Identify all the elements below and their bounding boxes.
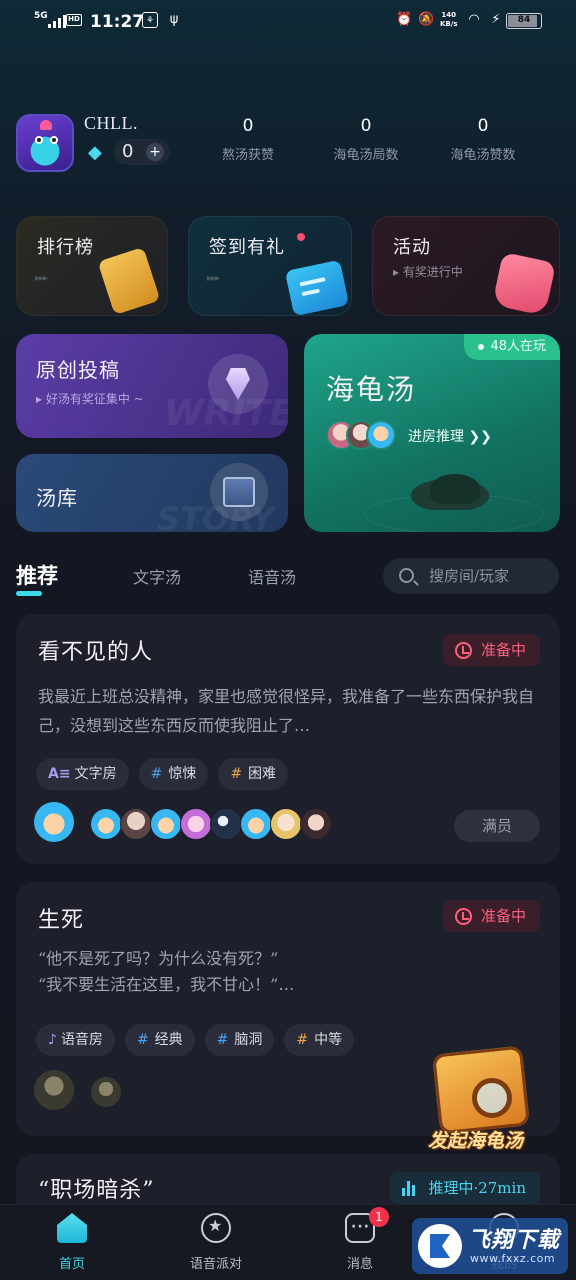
host-avatar (34, 802, 74, 842)
stat-soup-likes[interactable]: 0 熬汤获赞 (193, 116, 303, 163)
tag-voice-room: ♪ 语音房 (36, 1024, 115, 1056)
status-badge: 准备中 (442, 634, 540, 666)
room-tags: A≡ 文字房 # 惊悚 # 困难 (36, 758, 289, 790)
clock-icon (454, 908, 472, 925)
trophy-icon (97, 246, 161, 315)
unread-badge: 1 (369, 1207, 389, 1227)
leaderboard-card[interactable]: 排行榜 ▸▸▸ (16, 216, 168, 316)
activity-subtitle: ▸ 有奖进行中 (393, 265, 463, 279)
signin-title: 签到有礼 (209, 237, 285, 258)
status-bar: 5G HD 11:27 ⚘ ψ ⏰ 🔕 140 KB/s ◠ ⚡ 84 (0, 0, 576, 44)
host-avatar (34, 1070, 74, 1110)
turtle-soup-card[interactable]: 48人在玩 海龟汤 进房推理 ❯❯ (304, 334, 560, 532)
message-icon: 1 (345, 1207, 389, 1243)
avatar (150, 808, 182, 840)
search-input[interactable]: 搜房间/玩家 (383, 558, 559, 594)
turtle-soup-title: 海龟汤 (326, 373, 417, 406)
avatar (90, 1076, 122, 1108)
mute-icon: 🔕 (418, 12, 435, 27)
room-tags: ♪ 语音房 # 经典 # 脑洞 # 中等 (36, 1024, 355, 1056)
tag-difficulty: # 中等 (284, 1024, 355, 1056)
status-time: 11:27 (90, 12, 145, 32)
diamond-icon: ◆ (88, 142, 102, 163)
activity-title: 活动 (393, 237, 431, 258)
activity-mascot-icon (491, 251, 557, 315)
username[interactable]: CHLL. (84, 113, 138, 134)
signin-card[interactable]: 签到有礼 ▸▸▸ (188, 216, 352, 316)
status-badge: 准备中 (442, 900, 540, 932)
room-description: “他不是死了吗？为什么没有死？” “我不要生活在这里，我不甘心！”… (38, 949, 295, 994)
battery-icon: 84 (506, 13, 542, 29)
tab-indicator (16, 591, 42, 596)
charging-icon: ⚡ (491, 12, 501, 27)
tab-recommend[interactable]: 推荐 (16, 560, 58, 590)
alarm-icon: ⏰ (396, 12, 413, 27)
gift-icon (284, 259, 350, 315)
home-icon (57, 1213, 87, 1243)
user-avatar[interactable] (16, 114, 74, 172)
original-title: 原创投稿 (36, 358, 120, 382)
avatar (300, 808, 332, 840)
room-title: “职场暗杀” (38, 1178, 155, 1203)
room-players (34, 1070, 154, 1110)
avatar (366, 420, 396, 450)
avatar (240, 808, 272, 840)
tag-difficulty: # 困难 (218, 758, 289, 790)
hd-icon: HD (66, 14, 82, 26)
network-speed: 140 KB/s (440, 11, 458, 28)
tag-thriller: # 惊悚 (138, 758, 209, 790)
stat-game-likes[interactable]: 0 海龟汤赞数 (428, 116, 538, 163)
notification-dot (297, 233, 305, 241)
original-submission-card[interactable]: WRITE 原创投稿 ▸ 好汤有奖征集中 ~ (16, 334, 288, 438)
party-icon (201, 1213, 231, 1243)
tab-voice-soup[interactable]: 语音汤 (248, 564, 296, 588)
watermark-logo: 飞翔下载 www.fxxz.com (412, 1218, 568, 1274)
room-description: 我最近上班总没精神，家里也感觉很怪异，我准备了一些东西保护我自己，没想到这些东西… (38, 687, 535, 735)
nav-messages[interactable]: 1 消息 (315, 1207, 405, 1272)
status-badge: 推理中·27min (390, 1172, 540, 1204)
tab-text-soup[interactable]: 文字汤 (133, 564, 181, 588)
room-title: 生死 (38, 908, 85, 933)
enter-room-link[interactable]: 进房推理 ❯❯ (408, 426, 492, 446)
room-players (34, 802, 374, 842)
original-subtitle: ▸ 好汤有奖征集中 ~ (36, 392, 144, 406)
signal-icon (48, 14, 66, 28)
avatar (180, 808, 212, 840)
watermark-icon (418, 1224, 462, 1268)
room-card[interactable]: 看不见的人 准备中 我最近上班总没精神，家里也感觉很怪异，我准备了一些东西保护我… (16, 614, 560, 864)
nav-home[interactable]: 首页 (27, 1213, 117, 1272)
app-notification-icon: ⚘ (142, 12, 158, 28)
stat-games[interactable]: 0 海龟汤局数 (311, 116, 421, 163)
avatar (90, 808, 122, 840)
soup-library-card[interactable]: STORY 汤库 (16, 454, 288, 532)
avatar (120, 808, 152, 840)
activity-bars-icon (402, 1181, 416, 1196)
room-full-button[interactable]: 满员 (454, 810, 540, 842)
search-icon (399, 568, 414, 583)
room-title: 看不见的人 (38, 640, 154, 665)
online-count-badge: 48人在玩 (464, 334, 560, 360)
activity-card[interactable]: 活动 ▸ 有奖进行中 (372, 216, 560, 316)
leaderboard-title: 排行榜 (37, 237, 94, 258)
tag-text-room: A≡ 文字房 (36, 758, 129, 790)
avatar (210, 808, 242, 840)
avatar (270, 808, 302, 840)
book-icon (223, 477, 255, 507)
wifi-icon: ◠ (468, 12, 480, 27)
tag-classic: # 经典 (124, 1024, 195, 1056)
tag-brainstorm: # 脑洞 (204, 1024, 275, 1056)
nav-voice-party[interactable]: 语音派对 (171, 1213, 261, 1272)
library-title: 汤库 (36, 486, 78, 510)
magnifier-icon (472, 1078, 512, 1118)
network-type: 5G (34, 11, 48, 21)
add-diamond-button[interactable]: + (146, 143, 164, 161)
clock-icon (454, 642, 472, 659)
turtle-icon (400, 474, 500, 510)
launch-turtle-soup-button[interactable]: 发起海龟汤 (426, 1042, 538, 1156)
usb-icon: ψ (169, 12, 179, 27)
